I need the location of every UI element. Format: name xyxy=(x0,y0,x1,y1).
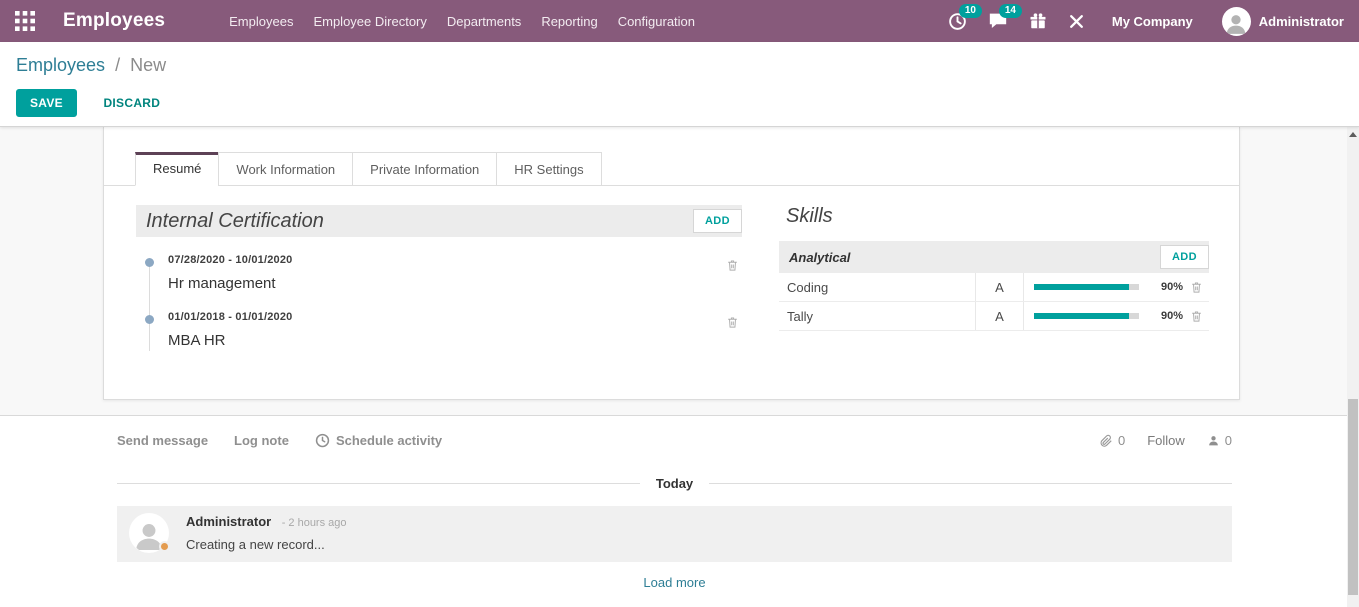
form-sheet: Resumé Work Information Private Informat… xyxy=(103,127,1240,400)
skill-progress-label: 90% xyxy=(1151,281,1183,293)
certification-timeline: 07/28/2020 - 10/01/2020 Hr management 01… xyxy=(136,245,742,359)
skill-progress-bar xyxy=(1023,273,1151,301)
vertical-scrollbar[interactable] xyxy=(1347,127,1359,607)
paperclip-icon xyxy=(1099,433,1113,448)
certification-entry: 01/01/2018 - 01/01/2020 MBA HR xyxy=(136,302,742,359)
skill-group-header: Analytical ADD xyxy=(779,241,1209,273)
tab-work-information[interactable]: Work Information xyxy=(218,152,353,186)
scrollbar-thumb[interactable] xyxy=(1348,399,1358,595)
send-message-button[interactable]: Send message xyxy=(117,433,208,448)
log-note-button[interactable]: Log note xyxy=(234,433,289,448)
tab-hr-settings[interactable]: HR Settings xyxy=(496,152,601,186)
message-body: Creating a new record... xyxy=(186,537,347,552)
top-navbar: Employees Employees Employee Directory D… xyxy=(0,0,1359,42)
message-avatar xyxy=(129,513,169,553)
skill-level[interactable]: A xyxy=(975,273,1023,301)
followers-button[interactable]: 0 xyxy=(1207,433,1232,448)
user-avatar xyxy=(1222,7,1251,36)
save-button[interactable]: SAVE xyxy=(16,89,77,117)
activities-badge: 10 xyxy=(959,4,982,18)
user-status-dot xyxy=(159,541,170,552)
activities-button[interactable]: 10 xyxy=(948,12,967,31)
date-divider: Today xyxy=(117,476,1232,491)
skill-group-title: Analytical xyxy=(789,250,850,265)
apps-grid-icon[interactable] xyxy=(15,11,35,31)
skill-name[interactable]: Tally xyxy=(779,309,975,324)
skills-title: Skills xyxy=(786,205,1209,228)
message-timestamp: - 2 hours ago xyxy=(282,517,347,529)
certification-dates: 07/28/2020 - 10/01/2020 xyxy=(168,254,742,266)
control-panel: Employees / New SAVE DISCARD xyxy=(0,42,1359,127)
skill-name[interactable]: Coding xyxy=(779,280,975,295)
certification-title: Internal Certification xyxy=(146,210,324,233)
skill-row: Tally A 90% xyxy=(779,302,1209,331)
breadcrumb: Employees / New xyxy=(16,55,1343,76)
delete-skill-icon[interactable] xyxy=(1183,280,1209,294)
skill-progress-label: 90% xyxy=(1151,310,1183,322)
certification-entry: 07/28/2020 - 10/01/2020 Hr management xyxy=(136,245,742,302)
breadcrumb-separator: / xyxy=(115,55,120,75)
tab-resume[interactable]: Resumé xyxy=(135,152,219,186)
load-more-link[interactable]: Load more xyxy=(117,575,1232,590)
skill-progress-bar xyxy=(1023,302,1151,330)
breadcrumb-employees[interactable]: Employees xyxy=(16,55,105,75)
user-menu[interactable]: Administrator xyxy=(1222,7,1344,36)
delete-certification-icon[interactable] xyxy=(726,258,739,272)
menu-configuration[interactable]: Configuration xyxy=(608,2,705,41)
message-author: Administrator xyxy=(186,514,271,529)
messages-button[interactable]: 14 xyxy=(988,12,1008,30)
certification-name[interactable]: MBA HR xyxy=(168,332,742,349)
chatter: Send message Log note Schedule activity … xyxy=(0,415,1359,590)
scroll-up-icon[interactable] xyxy=(1349,132,1357,137)
resume-section: Internal Certification ADD 07/28/2020 - … xyxy=(136,205,742,359)
attachments-button[interactable]: 0 xyxy=(1099,433,1125,448)
schedule-clock-icon xyxy=(315,433,330,448)
schedule-activity-button[interactable]: Schedule activity xyxy=(315,433,442,448)
messages-badge: 14 xyxy=(999,4,1022,18)
menu-departments[interactable]: Departments xyxy=(437,2,531,41)
skill-row: Coding A 90% xyxy=(779,273,1209,302)
discard-button[interactable]: DISCARD xyxy=(90,90,173,116)
form-view: Resumé Work Information Private Informat… xyxy=(0,127,1359,415)
skill-level[interactable]: A xyxy=(975,302,1023,330)
delete-skill-icon[interactable] xyxy=(1183,309,1209,323)
skills-section: Skills Analytical ADD Coding A 90% xyxy=(779,205,1209,359)
follower-person-icon xyxy=(1207,434,1220,447)
certification-header: Internal Certification ADD xyxy=(136,205,742,237)
certification-add-button[interactable]: ADD xyxy=(693,209,742,233)
app-title[interactable]: Employees xyxy=(63,10,165,32)
timeline-dot-icon xyxy=(145,258,154,267)
tab-private-information[interactable]: Private Information xyxy=(352,152,497,186)
company-switcher[interactable]: My Company xyxy=(1112,14,1193,29)
skills-add-button[interactable]: ADD xyxy=(1160,245,1209,269)
menu-employee-directory[interactable]: Employee Directory xyxy=(303,2,436,41)
chatter-message: Administrator - 2 hours ago Creating a n… xyxy=(117,506,1232,562)
user-name: Administrator xyxy=(1259,14,1344,29)
follow-button[interactable]: Follow xyxy=(1147,433,1185,448)
certification-name[interactable]: Hr management xyxy=(168,275,742,292)
notebook-tabs: Resumé Work Information Private Informat… xyxy=(104,127,1239,186)
gift-icon[interactable] xyxy=(1029,12,1047,31)
follower-count: 0 xyxy=(1225,433,1232,448)
menu-employees[interactable]: Employees xyxy=(219,2,303,41)
main-menu: Employees Employee Directory Departments… xyxy=(219,2,705,41)
certification-dates: 01/01/2018 - 01/01/2020 xyxy=(168,311,742,323)
menu-reporting[interactable]: Reporting xyxy=(531,2,607,41)
delete-certification-icon[interactable] xyxy=(726,315,739,329)
timeline-dot-icon xyxy=(145,315,154,324)
tools-icon[interactable] xyxy=(1068,13,1085,30)
attachment-count: 0 xyxy=(1118,433,1125,448)
breadcrumb-current: New xyxy=(130,55,166,75)
